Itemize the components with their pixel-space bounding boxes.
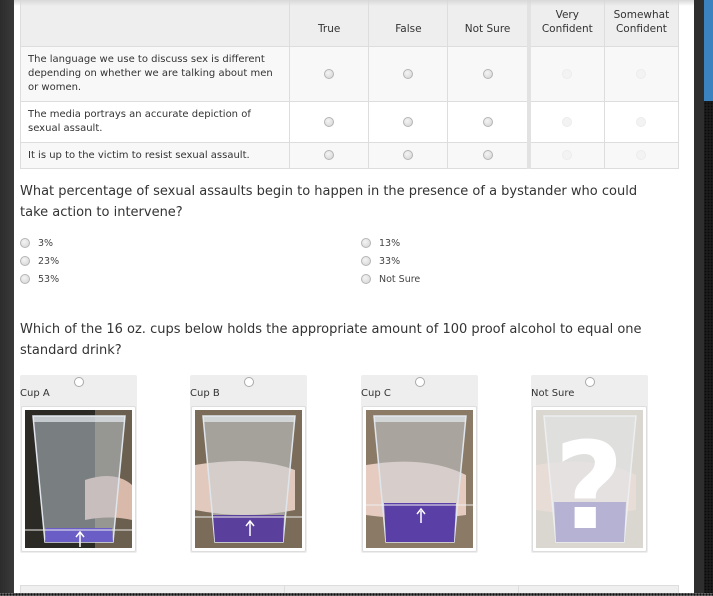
option-23-percent[interactable]: 23% bbox=[20, 254, 59, 268]
radio-button[interactable] bbox=[243, 377, 254, 387]
cup-photo bbox=[366, 410, 473, 548]
radio-true[interactable] bbox=[324, 68, 335, 79]
radio-true[interactable] bbox=[324, 150, 335, 160]
radio-button[interactable] bbox=[20, 238, 30, 248]
matrix-statement: The media portrays an accurate depiction… bbox=[19, 101, 291, 143]
cup-photo-faded: ? bbox=[536, 410, 643, 548]
question-mark-icon: ? bbox=[554, 418, 624, 548]
cup-label: Cup A bbox=[20, 388, 50, 399]
radio-not-sure[interactable] bbox=[482, 116, 493, 127]
radio-very-confident[interactable] bbox=[562, 68, 573, 79]
option-13-percent[interactable]: 13% bbox=[361, 236, 400, 250]
matrix-header-very-confident: Very Confident bbox=[526, 0, 605, 47]
matrix-question-table: True False Not Sure Very Confident Somew… bbox=[19, 0, 680, 169]
radio-not-sure[interactable] bbox=[482, 150, 493, 160]
radio-false[interactable] bbox=[403, 150, 414, 160]
radio-somewhat-confident[interactable] bbox=[636, 150, 647, 160]
matrix-row: The media portrays an accurate depiction… bbox=[19, 101, 680, 143]
option-label: 33% bbox=[379, 255, 401, 267]
cup-option-not-sure[interactable]: Not Sure ? bbox=[531, 375, 648, 553]
radio-button[interactable] bbox=[73, 377, 84, 387]
cup-option-c[interactable]: Cup C bbox=[361, 375, 478, 553]
option-3-percent[interactable]: 3% bbox=[20, 236, 53, 250]
cup-c-image[interactable] bbox=[362, 406, 477, 552]
radio-somewhat-confident[interactable] bbox=[636, 116, 647, 127]
radio-somewhat-confident[interactable] bbox=[636, 68, 647, 79]
matrix-statement: It is up to the victim to resist sexual … bbox=[19, 142, 291, 169]
option-label: 13% bbox=[379, 237, 401, 249]
matrix-row: The language we use to discuss sex is di… bbox=[19, 46, 680, 102]
header-line: Very bbox=[555, 9, 579, 21]
radio-button[interactable] bbox=[361, 238, 371, 248]
scrollbar-thumb[interactable] bbox=[704, 0, 713, 101]
cup-photo bbox=[25, 410, 132, 548]
cup-a-image[interactable] bbox=[21, 406, 136, 552]
cup-photo bbox=[195, 410, 302, 548]
radio-button[interactable] bbox=[361, 274, 371, 284]
header-line: Confident bbox=[541, 23, 593, 35]
column-divider bbox=[518, 586, 519, 593]
radio-button[interactable] bbox=[414, 377, 425, 387]
matrix-header-not-sure: Not Sure bbox=[447, 0, 530, 47]
radio-button[interactable] bbox=[20, 256, 30, 266]
matrix-header-true: True bbox=[289, 0, 370, 47]
option-53-percent[interactable]: 53% bbox=[20, 272, 59, 286]
radio-true[interactable] bbox=[324, 116, 335, 127]
next-table-top bbox=[20, 585, 679, 593]
matrix-header-false: False bbox=[368, 0, 449, 47]
radio-not-sure[interactable] bbox=[482, 68, 493, 79]
cup-label: Cup B bbox=[190, 388, 220, 399]
option-label: 23% bbox=[38, 255, 60, 267]
column-divider bbox=[284, 586, 285, 593]
radio-false[interactable] bbox=[403, 116, 414, 127]
radio-button[interactable] bbox=[584, 377, 595, 387]
matrix-header-blank bbox=[19, 0, 291, 47]
header-line: Confident bbox=[615, 23, 667, 35]
option-label: Not Sure bbox=[379, 273, 421, 285]
not-sure-image[interactable]: ? bbox=[532, 406, 647, 552]
question-cups-text: Which of the 16 oz. cups below holds the… bbox=[20, 322, 642, 358]
option-label: 3% bbox=[38, 237, 54, 249]
cup-b-image[interactable] bbox=[191, 406, 306, 552]
radio-very-confident[interactable] bbox=[562, 116, 573, 127]
matrix-row: It is up to the victim to resist sexual … bbox=[19, 142, 680, 169]
option-not-sure[interactable]: Not Sure bbox=[361, 272, 420, 286]
question-bystander-text: What percentage of sexual assaults begin… bbox=[20, 184, 638, 220]
cup-option-b[interactable]: Cup B bbox=[190, 375, 307, 553]
option-33-percent[interactable]: 33% bbox=[361, 254, 400, 268]
window-left-border bbox=[0, 0, 14, 596]
matrix-header-somewhat-confident: Somewhat Confident bbox=[603, 0, 680, 47]
matrix-header-row: True False Not Sure Very Confident Somew… bbox=[19, 0, 680, 47]
option-label: 53% bbox=[38, 273, 60, 285]
cup-option-a[interactable]: Cup A bbox=[20, 375, 137, 553]
cup-label: Cup C bbox=[361, 388, 391, 399]
radio-button[interactable] bbox=[361, 256, 371, 266]
radio-false[interactable] bbox=[403, 68, 414, 79]
window-right-border bbox=[694, 0, 713, 596]
radio-button[interactable] bbox=[20, 274, 30, 284]
cup-label: Not Sure bbox=[531, 388, 575, 399]
matrix-statement: The language we use to discuss sex is di… bbox=[19, 46, 291, 102]
header-line: Somewhat bbox=[613, 9, 670, 21]
survey-page: True False Not Sure Very Confident Somew… bbox=[14, 0, 694, 593]
radio-very-confident[interactable] bbox=[562, 150, 573, 160]
